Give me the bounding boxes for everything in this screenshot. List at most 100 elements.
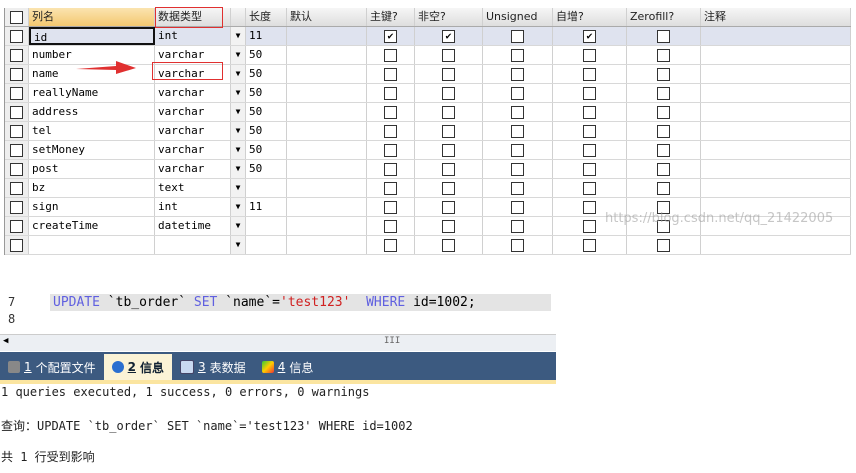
zerofill-checkbox[interactable] xyxy=(627,122,701,140)
comment-cell[interactable] xyxy=(701,236,851,254)
column-name-cell[interactable]: bz xyxy=(29,179,155,197)
length-cell[interactable]: 50 xyxy=(246,65,287,83)
comment-cell[interactable] xyxy=(701,46,851,64)
unsigned-checkbox[interactable] xyxy=(483,141,553,159)
notnull-checkbox[interactable] xyxy=(415,103,483,121)
row-select-checkbox[interactable] xyxy=(5,84,29,102)
row-select-checkbox[interactable] xyxy=(5,179,29,197)
length-cell[interactable]: 11 xyxy=(246,27,287,45)
notnull-checkbox[interactable] xyxy=(415,217,483,235)
comment-cell[interactable] xyxy=(701,160,851,178)
tab-table-data[interactable]: 3 表数据 xyxy=(172,354,254,380)
chevron-down-icon[interactable]: ▼ xyxy=(231,236,246,254)
zerofill-checkbox[interactable] xyxy=(627,236,701,254)
pk-checkbox[interactable] xyxy=(367,103,415,121)
row-select-checkbox[interactable] xyxy=(5,141,29,159)
table-row[interactable]: id int ▼ 11 ✔ ✔ ✔ xyxy=(5,27,851,46)
column-name-cell[interactable]: id xyxy=(29,27,155,45)
header-default[interactable]: 默认 xyxy=(287,8,367,26)
notnull-checkbox[interactable]: ✔ xyxy=(415,27,483,45)
pk-checkbox[interactable]: ✔ xyxy=(367,27,415,45)
tab-messages[interactable]: 2 信息 xyxy=(103,354,173,380)
default-cell[interactable] xyxy=(287,84,367,102)
chevron-down-icon[interactable]: ▼ xyxy=(231,141,246,159)
zerofill-checkbox[interactable] xyxy=(627,65,701,83)
notnull-checkbox[interactable] xyxy=(415,236,483,254)
unsigned-checkbox[interactable] xyxy=(483,122,553,140)
notnull-checkbox[interactable] xyxy=(415,179,483,197)
comment-cell[interactable] xyxy=(701,27,851,45)
autoinc-checkbox[interactable]: ✔ xyxy=(553,27,627,45)
header-unsigned[interactable]: Unsigned xyxy=(483,8,553,26)
chevron-down-icon[interactable]: ▼ xyxy=(231,198,246,216)
data-type-cell[interactable]: datetime xyxy=(155,217,231,235)
chevron-down-icon[interactable]: ▼ xyxy=(231,84,246,102)
chevron-down-icon[interactable]: ▼ xyxy=(231,160,246,178)
zerofill-checkbox[interactable] xyxy=(627,27,701,45)
comment-cell[interactable] xyxy=(701,122,851,140)
table-row[interactable]: ▼ xyxy=(5,236,851,255)
unsigned-checkbox[interactable] xyxy=(483,103,553,121)
unsigned-checkbox[interactable] xyxy=(483,179,553,197)
chevron-down-icon[interactable]: ▼ xyxy=(231,27,246,45)
row-select-checkbox[interactable] xyxy=(5,65,29,83)
unsigned-checkbox[interactable] xyxy=(483,46,553,64)
autoinc-checkbox[interactable] xyxy=(553,160,627,178)
autoinc-checkbox[interactable] xyxy=(553,236,627,254)
header-length[interactable]: 长度 xyxy=(246,8,287,26)
pk-checkbox[interactable] xyxy=(367,122,415,140)
zerofill-checkbox[interactable] xyxy=(627,46,701,64)
header-comment[interactable]: 注释 xyxy=(701,8,851,26)
header-zerofill[interactable]: Zerofill? xyxy=(627,8,701,26)
sql-line[interactable]: UPDATE `tb_order` SET `name`='test123' W… xyxy=(50,294,551,311)
chevron-down-icon[interactable]: ▼ xyxy=(231,103,246,121)
row-select-checkbox[interactable] xyxy=(5,160,29,178)
row-select-checkbox[interactable] xyxy=(5,236,29,254)
comment-cell[interactable] xyxy=(701,141,851,159)
default-cell[interactable] xyxy=(287,179,367,197)
chevron-down-icon[interactable]: ▼ xyxy=(231,179,246,197)
pk-checkbox[interactable] xyxy=(367,179,415,197)
notnull-checkbox[interactable] xyxy=(415,141,483,159)
header-auto-increment[interactable]: 自增? xyxy=(553,8,627,26)
tab-info[interactable]: 4 信息 xyxy=(254,354,322,380)
column-name-cell[interactable]: reallyName xyxy=(29,84,155,102)
default-cell[interactable] xyxy=(287,27,367,45)
zerofill-checkbox[interactable] xyxy=(627,179,701,197)
length-cell[interactable] xyxy=(246,217,287,235)
column-name-cell[interactable]: address xyxy=(29,103,155,121)
length-cell[interactable]: 50 xyxy=(246,160,287,178)
default-cell[interactable] xyxy=(287,141,367,159)
pk-checkbox[interactable] xyxy=(367,141,415,159)
scroll-left-icon[interactable]: ◀ xyxy=(3,336,8,346)
column-name-cell[interactable]: setMoney xyxy=(29,141,155,159)
row-select-checkbox[interactable] xyxy=(5,122,29,140)
default-cell[interactable] xyxy=(287,198,367,216)
autoinc-checkbox[interactable] xyxy=(553,141,627,159)
autoinc-checkbox[interactable] xyxy=(553,122,627,140)
data-type-cell[interactable]: varchar xyxy=(155,103,231,121)
unsigned-checkbox[interactable] xyxy=(483,236,553,254)
comment-cell[interactable] xyxy=(701,84,851,102)
length-cell[interactable]: 50 xyxy=(246,84,287,102)
table-row[interactable]: reallyName varchar ▼ 50 xyxy=(5,84,851,103)
pk-checkbox[interactable] xyxy=(367,217,415,235)
default-cell[interactable] xyxy=(287,217,367,235)
autoinc-checkbox[interactable] xyxy=(553,46,627,64)
default-cell[interactable] xyxy=(287,103,367,121)
row-select-checkbox[interactable] xyxy=(5,217,29,235)
zerofill-checkbox[interactable] xyxy=(627,141,701,159)
data-type-cell[interactable]: int xyxy=(155,198,231,216)
length-cell[interactable] xyxy=(246,179,287,197)
default-cell[interactable] xyxy=(287,122,367,140)
pk-checkbox[interactable] xyxy=(367,46,415,64)
row-select-checkbox[interactable] xyxy=(5,46,29,64)
autoinc-checkbox[interactable] xyxy=(553,103,627,121)
zerofill-checkbox[interactable] xyxy=(627,84,701,102)
default-cell[interactable] xyxy=(287,236,367,254)
chevron-down-icon[interactable]: ▼ xyxy=(231,122,246,140)
header-primary-key[interactable]: 主键? xyxy=(367,8,415,26)
pk-checkbox[interactable] xyxy=(367,160,415,178)
length-cell[interactable]: 50 xyxy=(246,122,287,140)
notnull-checkbox[interactable] xyxy=(415,122,483,140)
